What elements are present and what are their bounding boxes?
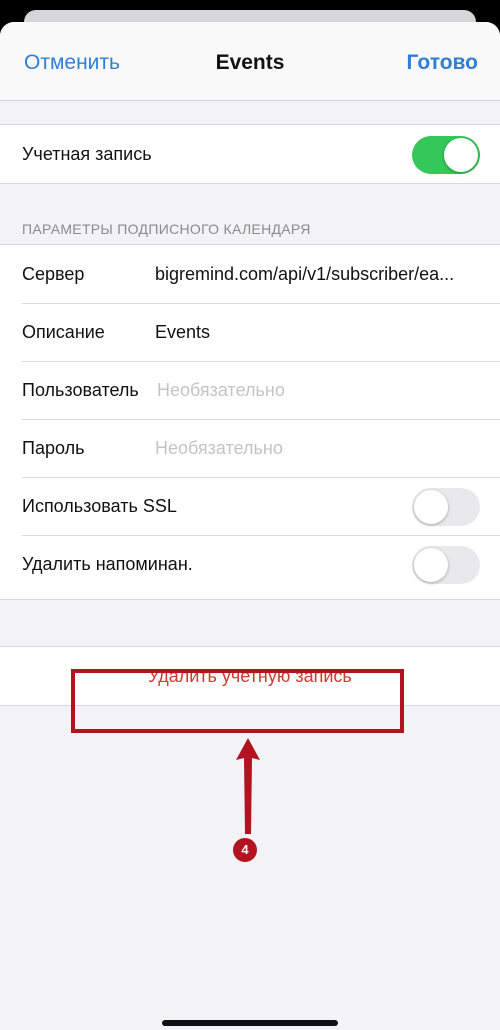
description-row[interactable]: Описание Events [0, 303, 500, 361]
toggle-knob [444, 138, 478, 172]
password-row[interactable]: Пароль [0, 419, 500, 477]
password-field[interactable] [155, 437, 485, 459]
toggle-knob [414, 490, 448, 524]
done-button[interactable]: Готово [407, 50, 478, 76]
toggle-knob [414, 548, 448, 582]
highlight-box [71, 669, 404, 733]
arrow-shape [236, 738, 260, 834]
user-row[interactable]: Пользователь [0, 361, 500, 419]
reminders-toggle[interactable] [412, 546, 480, 584]
home-indicator [162, 1020, 338, 1026]
account-label: Учетная запись [22, 144, 152, 164]
description-label: Описание [22, 322, 105, 342]
ssl-toggle[interactable] [412, 488, 480, 526]
server-row[interactable]: Сервер bigremind.com/api/v1/subscriber/e… [0, 245, 500, 303]
ssl-label: Использовать SSL [22, 496, 177, 516]
account-toggle[interactable] [412, 136, 480, 174]
password-label: Пароль [22, 438, 85, 458]
reminders-label: Удалить напоминан. [22, 554, 193, 574]
description-value[interactable]: Events [155, 321, 485, 343]
params-group: Сервер bigremind.com/api/v1/subscriber/e… [0, 244, 500, 600]
ssl-row: Использовать SSL [0, 477, 500, 535]
server-label: Сервер [22, 264, 85, 284]
user-field[interactable] [157, 379, 487, 401]
navigation-bar: Отменить Events Готово [0, 22, 500, 101]
reminders-row: Удалить напоминан. [0, 535, 500, 593]
account-group: Учетная запись [0, 124, 500, 184]
section-header: ПАРАМЕТРЫ ПОДПИСНОГО КАЛЕНДАРЯ [22, 221, 311, 237]
server-value[interactable]: bigremind.com/api/v1/subscriber/ea... [155, 263, 485, 285]
step-badge: 4 [233, 838, 257, 862]
account-row: Учетная запись [0, 125, 500, 183]
user-label: Пользователь [22, 380, 139, 400]
annotation-arrow [236, 738, 260, 834]
